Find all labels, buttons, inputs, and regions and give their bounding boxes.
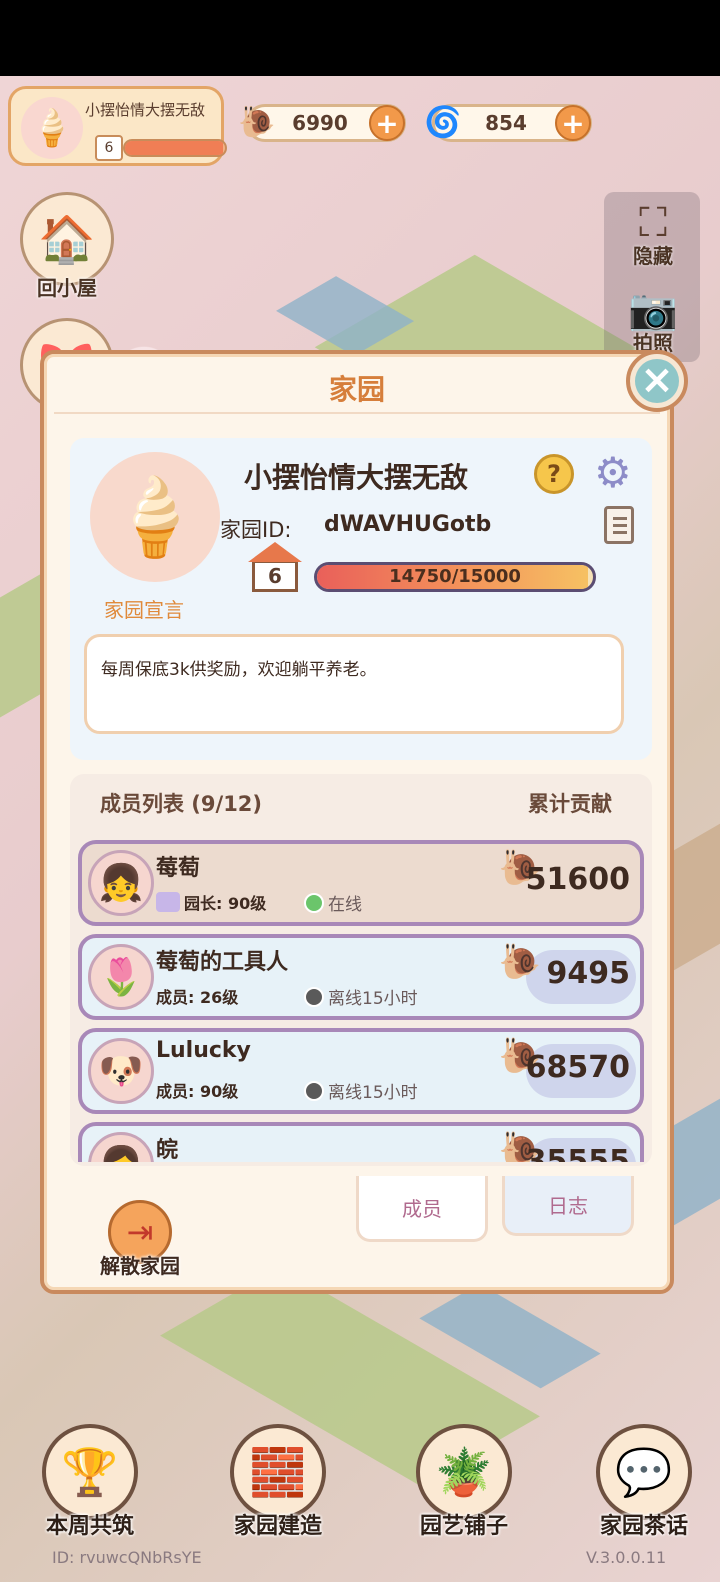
- member-status: 离线15小时: [304, 1078, 418, 1103]
- member-status: 在线: [304, 890, 362, 915]
- close-button[interactable]: ×: [626, 350, 688, 412]
- weekly-build-label: 本周共筑: [45, 1514, 134, 1539]
- member-score: 35555: [525, 1144, 630, 1162]
- close-icon: ×: [635, 359, 679, 403]
- add-gem-button[interactable]: +: [555, 105, 591, 141]
- weekly-build-button[interactable]: 🏆 本周共筑: [30, 1424, 150, 1540]
- contribution-header: 累计贡献: [528, 792, 612, 816]
- member-status: 离线15小时: [304, 984, 418, 1009]
- photo-button[interactable]: 📷 拍照: [618, 286, 688, 356]
- ice-cream-icon: 🍦: [90, 452, 220, 582]
- swirl-gem-icon: 🌀: [424, 104, 462, 140]
- crown-icon: [156, 892, 180, 912]
- help-icon[interactable]: ?: [534, 454, 574, 494]
- hide-ui-button[interactable]: ⛶ 隐藏: [618, 200, 688, 269]
- garden-shop-label: 园艺铺子: [419, 1514, 508, 1539]
- member-row[interactable]: 👧 莓萄 园长: 90级 在线 🐌 51600: [78, 840, 644, 926]
- home-garden-dialog: 家园 × 🍦 家园宣言 小摆怡情大摆无敌 ? ⚙ 家园ID: dWAVHUGot…: [40, 350, 688, 1294]
- member-score: 9495: [546, 956, 631, 991]
- return-home-button[interactable]: 🏠 回小屋: [20, 192, 114, 301]
- member-score: 51600: [525, 862, 630, 897]
- offline-dot-icon: [304, 1080, 324, 1101]
- offline-dot-icon: [304, 986, 324, 1007]
- online-dot-icon: [304, 892, 324, 913]
- podium-icon: 🏆: [42, 1424, 138, 1520]
- member-name: 莓萄: [156, 856, 201, 881]
- home-level-value: 6: [252, 560, 298, 592]
- home-chat-button[interactable]: 💬 家园茶话: [584, 1424, 704, 1540]
- member-score: 68570: [525, 1050, 630, 1085]
- home-build-label: 家园建造: [233, 1514, 322, 1539]
- manifesto-text: 每周保底3k供奖励，欢迎躺平养老。: [84, 634, 624, 734]
- dog-avatar-icon: 🐶: [88, 1038, 154, 1104]
- home-exp-bar: 14750/15000: [314, 562, 596, 592]
- member-role: 成员: 26级: [156, 988, 239, 1007]
- home-name: 小摆怡情大摆无敌: [244, 461, 469, 494]
- home-info-card: 🍦 家园宣言 小摆怡情大摆无敌 ? ⚙ 家园ID: dWAVHUGotb 6 1…: [70, 438, 652, 760]
- disband-button[interactable]: ⇥ 解散家园: [80, 1200, 200, 1279]
- manifesto-label: 家园宣言: [104, 598, 184, 622]
- gear-icon[interactable]: ⚙: [594, 448, 632, 497]
- bricks-icon: 🧱: [230, 1424, 326, 1520]
- member-row[interactable]: 👩 皖 🐌 35555: [78, 1122, 644, 1162]
- ice-cream-icon: 🍦: [21, 97, 83, 159]
- tab-members[interactable]: 成员: [356, 1176, 488, 1242]
- player-profile-chip[interactable]: 🍦 小摆怡情大摆无敌 6: [8, 86, 227, 166]
- member-row[interactable]: 🐶 Lulucky 成员: 90级 离线15小时 🐌 68570: [78, 1028, 644, 1114]
- home-chat-label: 家园茶话: [599, 1514, 688, 1539]
- snail-coin-icon: 🐌: [498, 942, 542, 982]
- title-divider: [54, 412, 660, 414]
- members-panel: 成员列表 (9/12) 累计贡献 👧 莓萄 园长: 90级 在线 🐌 51600…: [70, 774, 652, 1166]
- player-id-footer: ID: rvuwcQNbRsYE: [52, 1548, 202, 1567]
- home-id-value: dWAVHUGotb: [324, 512, 492, 537]
- player-level-badge: 6: [95, 135, 123, 161]
- member-role: 园长: 90级: [156, 890, 266, 914]
- player-name: 小摆怡情大摆无敌: [85, 101, 206, 119]
- member-row[interactable]: 🌷 莓萄的工具人 成员: 26级 离线15小时 🐌 9495: [78, 934, 644, 1020]
- members-list[interactable]: 👧 莓萄 园长: 90级 在线 🐌 51600 🌷 莓萄的工具人 成员: 26级…: [78, 838, 644, 1162]
- garden-shop-button[interactable]: 🪴 园艺铺子: [404, 1424, 524, 1540]
- camera-icon: 📷: [628, 287, 678, 333]
- gem-counter: 🌀 854 +: [424, 104, 592, 142]
- home-exp-text: 14750/15000: [389, 566, 521, 587]
- member-name: 皖: [156, 1138, 179, 1162]
- snail-coin-icon: 🐌: [238, 104, 276, 140]
- home-build-button[interactable]: 🧱 家园建造: [218, 1424, 338, 1540]
- chat-bubbles-icon: 💬: [596, 1424, 692, 1520]
- home-level-badge: 6: [246, 542, 304, 592]
- hide-ui-label: 隐藏: [633, 244, 673, 268]
- girl2-avatar-icon: 👩: [88, 1132, 154, 1162]
- disband-label: 解散家园: [100, 1254, 180, 1278]
- version-footer: V.3.0.0.11: [586, 1548, 667, 1567]
- tab-log[interactable]: 日志: [502, 1176, 634, 1236]
- copy-icon[interactable]: [604, 506, 634, 544]
- dialog-title: 家园: [328, 373, 385, 406]
- add-snail-coin-button[interactable]: +: [369, 105, 405, 141]
- status-bar: [0, 0, 720, 76]
- member-name: 莓萄的工具人: [156, 950, 289, 975]
- girl-avatar-icon: 👧: [88, 850, 154, 916]
- snail-coin-counter: 🐌 6990 +: [238, 104, 406, 142]
- return-home-label: 回小屋: [37, 276, 97, 300]
- home-id-label: 家园ID:: [220, 518, 292, 542]
- right-tool-rail: ⛶ 隐藏 📷 拍照: [604, 192, 700, 362]
- members-header: 成员列表 (9/12): [100, 792, 263, 816]
- tulip-avatar-icon: 🌷: [88, 944, 154, 1010]
- player-exp-bar: [123, 139, 227, 157]
- member-role: 成员: 90级: [156, 1082, 239, 1101]
- member-name: Lulucky: [156, 1038, 251, 1063]
- plant-basket-icon: 🪴: [416, 1424, 512, 1520]
